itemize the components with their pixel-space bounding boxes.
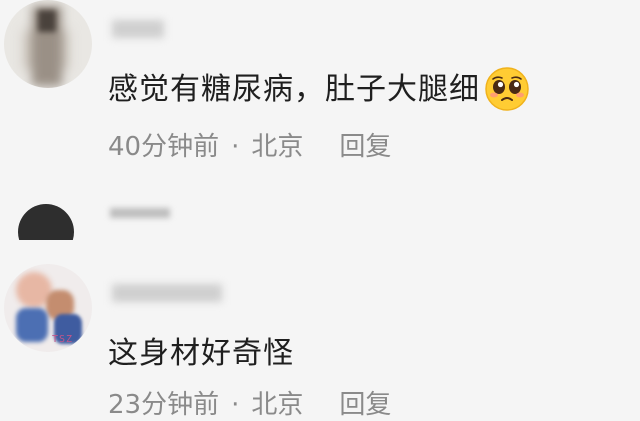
avatar-tag: TSZ: [52, 334, 74, 345]
comment-time: 23分钟前: [108, 390, 220, 420]
avatar[interactable]: [4, 0, 92, 88]
username-blurred[interactable]: [110, 208, 170, 218]
avatar[interactable]: TSZ: [4, 264, 92, 352]
meta-separator: ·: [231, 132, 240, 162]
meta-separator: ·: [231, 390, 240, 420]
comment-text: 感觉有糖尿病，肚子大腿细: [108, 64, 530, 114]
comment-text: 这身材好奇怪: [108, 328, 294, 372]
comment-text-content: 这身材好奇怪: [108, 336, 294, 371]
pleading-face-emoji-icon: [485, 66, 529, 111]
avatar[interactable]: [18, 200, 74, 240]
comment-location: 北京: [251, 132, 304, 162]
comment-meta: 40分钟前 · 北京 回复: [108, 126, 391, 163]
username-blurred[interactable]: [112, 284, 222, 302]
username-blurred[interactable]: [112, 20, 164, 38]
comment-time: 40分钟前: [108, 132, 220, 162]
comment-location: 北京: [251, 390, 304, 420]
comment-text-content: 感觉有糖尿病，肚子大腿细: [108, 72, 480, 107]
comment-meta: 23分钟前 · 北京 回复: [108, 384, 391, 421]
reply-button[interactable]: 回复: [339, 384, 391, 421]
reply-button[interactable]: 回复: [339, 126, 391, 163]
comment-item: 感觉有糖尿病，肚子大腿细 40分钟前 · 北京 回复: [0, 0, 640, 180]
comment-item: TSZ 这身材好奇怪 23分钟前 · 北京 回复: [0, 262, 640, 420]
